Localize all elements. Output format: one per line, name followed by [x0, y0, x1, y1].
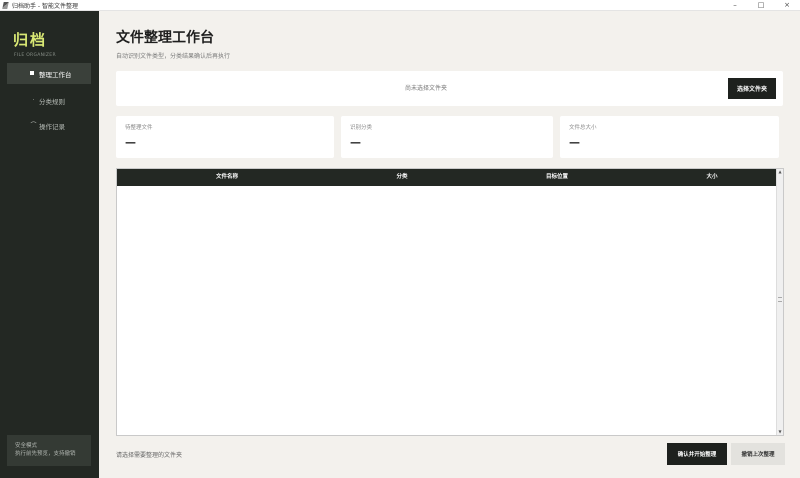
minimize-button[interactable]: – — [722, 0, 748, 11]
stat-value: — — [125, 136, 136, 149]
scroll-down-arrow-icon[interactable]: ▼ — [777, 429, 783, 435]
page-title: 文件整理工作台 — [116, 30, 214, 46]
sidebar: 归档 FILE ORGANIZER 整理工作台 · 分类规则 ⌒ 操作记录 安全… — [0, 11, 99, 478]
close-button[interactable]: × — [774, 0, 800, 11]
stat-label: 识别分类 — [350, 125, 373, 131]
sidebar-item-history[interactable]: ⌒ 操作记录 — [7, 115, 91, 136]
undo-organize-button[interactable]: 撤销上次整理 — [731, 443, 785, 465]
stat-card-total-size: 文件总大小 — — [560, 116, 779, 158]
choose-folder-button[interactable]: 选择文件夹 — [728, 78, 776, 99]
column-header-target[interactable]: 目标位置 — [467, 169, 647, 186]
app-quill-icon — [2, 1, 9, 9]
column-header-category[interactable]: 分类 — [337, 169, 467, 186]
stat-value: — — [569, 136, 580, 149]
sidebar-item-label: 整理工作台 — [39, 70, 72, 79]
table-scrollbar[interactable]: ▲ ▼ — [776, 169, 783, 435]
safe-mode-panel: 安全模式 执行前先预览，支持撤销 — [7, 435, 91, 466]
column-header-name[interactable]: 文件名称 — [117, 169, 337, 186]
maximize-button[interactable]: □ — [748, 0, 774, 11]
table-header: 文件名称 分类 目标位置 大小 — [117, 169, 777, 186]
window-controls: – □ × — [722, 0, 800, 11]
sidebar-item-workbench[interactable]: 整理工作台 — [7, 63, 91, 84]
window-titlebar: 归档助手 - 智能文件整理 – □ × — [0, 0, 800, 11]
brand-logo-text: 归档 — [13, 31, 48, 49]
file-table[interactable]: 文件名称 分类 目标位置 大小 ▲ ▼ — [116, 168, 784, 436]
folder-path-text: 尚未选择文件夹 — [404, 85, 447, 92]
scroll-grip-icon[interactable] — [778, 297, 782, 302]
safe-mode-desc: 执行前先预览，支持撤销 — [15, 451, 76, 457]
stat-value: — — [350, 136, 361, 149]
status-hint: 请选择需要整理的文件夹 — [116, 452, 183, 459]
window-title: 归档助手 - 智能文件整理 — [12, 2, 78, 10]
dot-icon: · — [32, 97, 35, 104]
scroll-up-arrow-icon[interactable]: ▲ — [777, 169, 783, 175]
page-subtitle: 自动识别文件类型，分类结果确认后再执行 — [116, 53, 231, 60]
stat-card-categories: 识别分类 — — [341, 116, 553, 158]
folder-select-card: 尚未选择文件夹 选择文件夹 — [116, 71, 783, 106]
column-header-size[interactable]: 大小 — [647, 169, 777, 186]
square-bullet-icon — [30, 71, 34, 75]
safe-mode-title: 安全模式 — [15, 443, 38, 449]
stat-card-pending-files: 待整理文件 — — [116, 116, 334, 158]
sidebar-item-rules[interactable]: · 分类规则 — [7, 90, 91, 111]
sidebar-item-label: 分类规则 — [39, 97, 65, 106]
sidebar-item-label: 操作记录 — [39, 122, 65, 131]
stat-label: 待整理文件 — [125, 125, 153, 131]
brand-subtitle: FILE ORGANIZER — [14, 53, 56, 58]
arc-icon: ⌒ — [30, 122, 37, 129]
confirm-organize-button[interactable]: 确认并开始整理 — [667, 443, 727, 465]
stat-label: 文件总大小 — [569, 125, 597, 131]
